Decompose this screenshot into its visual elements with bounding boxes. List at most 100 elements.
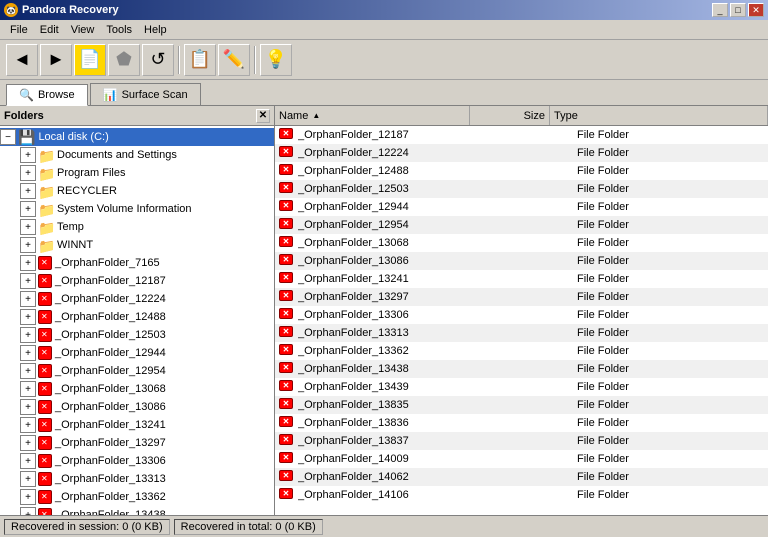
copy-button[interactable]: 📋 xyxy=(184,44,216,76)
tree-item-orphan-13306[interactable]: +_OrphanFolder_13306 xyxy=(0,452,274,470)
tree-item-winnt[interactable]: +📁WINNT xyxy=(0,236,274,254)
tree-item-orphan-13438[interactable]: +_OrphanFolder_13438 xyxy=(0,506,274,515)
tree-expander-orphan-13241[interactable]: + xyxy=(20,417,36,433)
tree-expander-sys-vol-info[interactable]: + xyxy=(20,201,36,217)
stop-button[interactable]: ⬟ xyxy=(108,44,140,76)
file-row-icon: ✕ xyxy=(279,146,295,160)
file-row[interactable]: ✕_OrphanFolder_12944File Folder xyxy=(275,198,768,216)
tree-expander-orphan-12224[interactable]: + xyxy=(20,291,36,307)
tree-item-orphan-12503[interactable]: +_OrphanFolder_12503 xyxy=(0,326,274,344)
tab-surface-scan[interactable]: 📊 Surface Scan xyxy=(90,83,201,105)
menu-edit[interactable]: Edit xyxy=(34,22,65,38)
tree-label-orphan-12954: _OrphanFolder_12954 xyxy=(55,365,166,377)
file-row[interactable]: ✕_OrphanFolder_12503File Folder xyxy=(275,180,768,198)
menu-file[interactable]: File xyxy=(4,22,34,38)
tree-expander-orphan-13297[interactable]: + xyxy=(20,435,36,451)
file-row[interactable]: ✕_OrphanFolder_13086File Folder xyxy=(275,252,768,270)
file-row[interactable]: ✕_OrphanFolder_13439File Folder xyxy=(275,378,768,396)
tree-item-orphan-7165[interactable]: +_OrphanFolder_7165 xyxy=(0,254,274,272)
tree-expander-temp[interactable]: + xyxy=(20,219,36,235)
tree-expander-docs-settings[interactable]: + xyxy=(20,147,36,163)
tree-item-orphan-12954[interactable]: + _OrphanFolder_12954 xyxy=(0,362,274,380)
menu-view[interactable]: View xyxy=(65,22,101,38)
tree-expander-orphan-12954[interactable]: + xyxy=(20,363,36,379)
tree-item-orphan-13086[interactable]: +_OrphanFolder_13086 xyxy=(0,398,274,416)
tree-item-orphan-13362[interactable]: +_OrphanFolder_13362 xyxy=(0,488,274,506)
file-row[interactable]: ✕_OrphanFolder_13297 File Folder xyxy=(275,288,768,306)
file-row[interactable]: ✕_OrphanFolder_13835File Folder xyxy=(275,396,768,414)
tree-item-recycler[interactable]: +📁RECYCLER xyxy=(0,182,274,200)
col-header-name[interactable]: Name ▲ xyxy=(275,106,470,125)
file-row[interactable]: ✕_OrphanFolder_13068File Folder xyxy=(275,234,768,252)
col-header-size[interactable]: Size xyxy=(470,106,550,125)
file-row[interactable]: ✕_OrphanFolder_12224File Folder xyxy=(275,144,768,162)
file-list[interactable]: ✕_OrphanFolder_12187File Folder✕_OrphanF… xyxy=(275,126,768,515)
tree-item-orphan-13068[interactable]: +_OrphanFolder_13068 xyxy=(0,380,274,398)
tree-item-orphan-12944[interactable]: +_OrphanFolder_12944 xyxy=(0,344,274,362)
tree-item-temp[interactable]: +📁Temp xyxy=(0,218,274,236)
tree-expander-orphan-12503[interactable]: + xyxy=(20,327,36,343)
tree-item-program-files[interactable]: +📁Program Files xyxy=(0,164,274,182)
tree-expander-orphan-13438[interactable]: + xyxy=(20,507,36,515)
folder-tree[interactable]: −💾Local disk (C:)+📁Documents and Setting… xyxy=(0,126,274,515)
refresh-button[interactable]: ↺ xyxy=(142,44,174,76)
file-row[interactable]: ✕_OrphanFolder_13313File Folder xyxy=(275,324,768,342)
tree-item-local-disk[interactable]: −💾Local disk (C:) xyxy=(0,128,274,146)
back-button[interactable]: ◄ xyxy=(6,44,38,76)
minimize-button[interactable]: _ xyxy=(712,3,728,17)
tree-expander-orphan-13313[interactable]: + xyxy=(20,471,36,487)
tree-item-orphan-12488[interactable]: +_OrphanFolder_12488 xyxy=(0,308,274,326)
folder-panel-close[interactable]: ✕ xyxy=(256,109,270,123)
file-row-type: File Folder xyxy=(573,291,768,303)
info-button[interactable]: 💡 xyxy=(260,44,292,76)
menu-bar: File Edit View Tools Help xyxy=(0,20,768,40)
menu-tools[interactable]: Tools xyxy=(100,22,138,38)
tree-expander-orphan-13068[interactable]: + xyxy=(20,381,36,397)
forward-button[interactable]: ► xyxy=(40,44,72,76)
file-row[interactable]: ✕_OrphanFolder_13241File Folder xyxy=(275,270,768,288)
file-row[interactable]: ✕_OrphanFolder_14062File Folder xyxy=(275,468,768,486)
file-row-icon: ✕ xyxy=(279,380,295,394)
tree-item-sys-vol-info[interactable]: +📁System Volume Information xyxy=(0,200,274,218)
tree-expander-orphan-7165[interactable]: + xyxy=(20,255,36,271)
tree-expander-orphan-13362[interactable]: + xyxy=(20,489,36,505)
file-row[interactable]: ✕_OrphanFolder_13306File Folder xyxy=(275,306,768,324)
file-row[interactable]: ✕_OrphanFolder_13836File Folder xyxy=(275,414,768,432)
maximize-button[interactable]: □ xyxy=(730,3,746,17)
file-row[interactable]: ✕_OrphanFolder_12187File Folder xyxy=(275,126,768,144)
tab-browse[interactable]: 🔍 Browse xyxy=(6,84,88,106)
tree-expander-program-files[interactable]: + xyxy=(20,165,36,181)
tree-expander-orphan-12488[interactable]: + xyxy=(20,309,36,325)
tree-item-orphan-12224[interactable]: +_OrphanFolder_12224 xyxy=(0,290,274,308)
tree-item-orphan-13297[interactable]: +_OrphanFolder_13297 xyxy=(0,434,274,452)
edit-button[interactable]: ✏️ xyxy=(218,44,250,76)
file-row[interactable]: ✕_OrphanFolder_13362File Folder xyxy=(275,342,768,360)
file-row-type: File Folder xyxy=(573,453,768,465)
orphan-icon-orphan-7165 xyxy=(38,256,52,270)
tree-item-orphan-13241[interactable]: +_OrphanFolder_13241 xyxy=(0,416,274,434)
scan-button[interactable]: 📄 xyxy=(74,44,106,76)
tree-expander-local-disk[interactable]: − xyxy=(0,129,16,145)
tree-expander-orphan-13086[interactable]: + xyxy=(20,399,36,415)
file-row[interactable]: ✕_OrphanFolder_13837File Folder xyxy=(275,432,768,450)
title-controls[interactable]: _ □ ✕ xyxy=(712,3,764,17)
tree-expander-orphan-13306[interactable]: + xyxy=(20,453,36,469)
file-row[interactable]: ✕_OrphanFolder_12954File Folder xyxy=(275,216,768,234)
tree-expander-winnt[interactable]: + xyxy=(20,237,36,253)
close-button[interactable]: ✕ xyxy=(748,3,764,17)
menu-help[interactable]: Help xyxy=(138,22,173,38)
file-row-icon: ✕ xyxy=(279,290,295,304)
file-row[interactable]: ✕_OrphanFolder_12488File Folder xyxy=(275,162,768,180)
tree-item-orphan-12187[interactable]: +_OrphanFolder_12187 xyxy=(0,272,274,290)
file-row-name: _OrphanFolder_13297 xyxy=(298,291,493,303)
col-header-type[interactable]: Type xyxy=(550,106,768,125)
folder-panel-title: Folders xyxy=(4,110,44,122)
tree-expander-orphan-12944[interactable]: + xyxy=(20,345,36,361)
tree-expander-recycler[interactable]: + xyxy=(20,183,36,199)
tree-item-docs-settings[interactable]: +📁Documents and Settings xyxy=(0,146,274,164)
tree-expander-orphan-12187[interactable]: + xyxy=(20,273,36,289)
file-row[interactable]: ✕_OrphanFolder_14009File Folder xyxy=(275,450,768,468)
file-row[interactable]: ✕_OrphanFolder_13438File Folder xyxy=(275,360,768,378)
tree-item-orphan-13313[interactable]: +_OrphanFolder_13313 xyxy=(0,470,274,488)
file-row[interactable]: ✕_OrphanFolder_14106File Folder xyxy=(275,486,768,504)
